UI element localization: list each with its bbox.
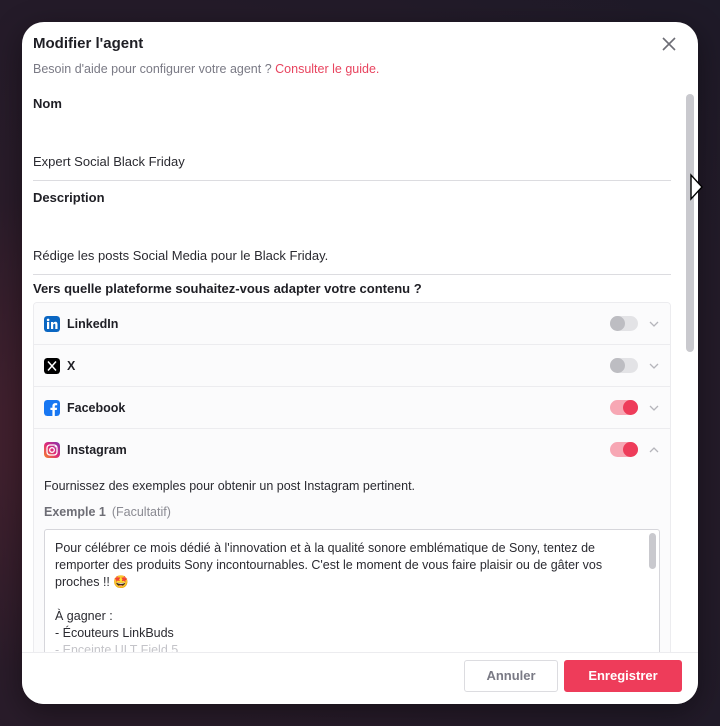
save-button[interactable]: Enregistrer	[564, 660, 682, 692]
platform-name: LinkedIn	[67, 317, 119, 331]
description-field[interactable]: Rédige les posts Social Media pour le Bl…	[33, 237, 671, 275]
example-line-1: Pour célébrer ce mois dédié à l'innovati…	[55, 541, 606, 589]
chevron-down-icon[interactable]	[648, 360, 660, 372]
example-optional: (Facultatif)	[111, 505, 171, 519]
example-textarea[interactable]: Pour célébrer ce mois dédié à l'innovati…	[44, 529, 660, 652]
facebook-icon	[44, 400, 60, 416]
name-field[interactable]: Expert Social Black Friday	[33, 143, 671, 181]
toggle-knob	[610, 316, 625, 331]
toggle-knob	[623, 400, 638, 415]
platform-row-linkedin[interactable]: LinkedIn	[34, 303, 670, 345]
facebook-toggle[interactable]	[610, 400, 638, 415]
linkedin-toggle[interactable]	[610, 316, 638, 331]
example-label: Exemple 1 (Facultatif)	[44, 505, 670, 519]
example-line-4: - Enceinte ULT Field 5	[55, 643, 179, 652]
platform-row-x[interactable]: X	[34, 345, 670, 387]
example-blank-line	[55, 591, 629, 608]
toggle-knob	[623, 442, 638, 457]
example-line-2: À gagner :	[55, 609, 113, 623]
instagram-toggle[interactable]	[610, 442, 638, 457]
name-label: Nom	[33, 96, 62, 111]
example-title: Exemple 1	[44, 505, 106, 519]
instagram-panel: Fournissez des exemples pour obtenir un …	[34, 471, 670, 652]
modal-title: Modifier l'agent	[33, 35, 144, 52]
toggle-knob	[610, 358, 625, 373]
close-button[interactable]	[659, 34, 679, 54]
modal-footer: Annuler Enregistrer	[22, 652, 698, 704]
example-line-3: - Écouteurs LinkBuds	[55, 626, 174, 640]
platform-name: Instagram	[67, 443, 127, 457]
chevron-down-icon[interactable]	[648, 402, 660, 414]
instagram-hint: Fournissez des exemples pour obtenir un …	[44, 479, 416, 493]
instagram-icon	[44, 442, 60, 458]
platform-question: Vers quelle plateforme souhaitez-vous ad…	[33, 281, 422, 296]
description-label: Description	[33, 190, 105, 205]
help-prefix: Besoin d'aide pour configurer votre agen…	[33, 62, 276, 76]
form-scroll-area[interactable]: Nom Expert Social Black Friday Descripti…	[22, 84, 698, 652]
platform-row-facebook[interactable]: Facebook	[34, 387, 670, 429]
cancel-button[interactable]: Annuler	[464, 660, 558, 692]
chevron-down-icon[interactable]	[648, 318, 660, 330]
platform-name: Facebook	[67, 401, 126, 415]
close-icon	[662, 37, 676, 51]
platform-list: LinkedIn X Facebook Instagram Fournissez…	[33, 302, 671, 652]
linkedin-icon	[44, 316, 60, 332]
mouse-cursor-icon	[690, 173, 703, 201]
x-toggle[interactable]	[610, 358, 638, 373]
textarea-scrollbar[interactable]	[649, 533, 656, 569]
platform-row-instagram[interactable]: Instagram	[34, 429, 670, 471]
guide-link[interactable]: Consulter le guide.	[275, 62, 379, 76]
modal-scrollbar[interactable]	[686, 94, 694, 352]
platform-name: X	[67, 359, 76, 373]
x-icon	[44, 358, 60, 374]
chevron-up-icon[interactable]	[648, 444, 660, 456]
help-text: Besoin d'aide pour configurer votre agen…	[33, 62, 379, 76]
edit-agent-modal: Modifier l'agent Besoin d'aide pour conf…	[22, 22, 698, 704]
